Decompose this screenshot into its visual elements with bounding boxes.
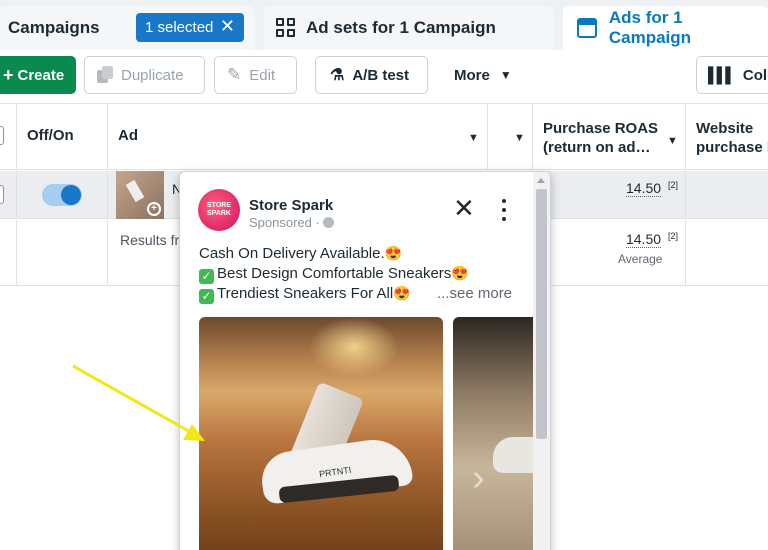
ab-test-button[interactable]: ⚗ A/B test bbox=[315, 56, 428, 94]
sort-caret-icon[interactable]: ▼ bbox=[514, 132, 525, 144]
sponsored-label: Sponsored · bbox=[249, 215, 334, 230]
heart-eyes-emoji-icon: 😍 bbox=[393, 285, 411, 301]
header-roas-line1: Purchase ROAS bbox=[543, 120, 659, 137]
duplicate-label: Duplicate bbox=[121, 66, 184, 84]
scroll-thumb[interactable] bbox=[536, 189, 547, 439]
post-text-line2: ✓ Best Design Comfortable Sneakers😍 bbox=[199, 265, 469, 284]
plus-icon: + bbox=[3, 64, 14, 85]
columns-icon: ▌▌▌ bbox=[708, 66, 736, 84]
page-name[interactable]: Store Spark bbox=[249, 197, 333, 214]
header-ad-label: Ad bbox=[118, 127, 138, 144]
summary-roas-value: 14.50 bbox=[626, 231, 662, 248]
header-roas-line2: (return on ad… bbox=[543, 139, 651, 156]
header-website-purchase[interactable]: Website purchase R bbox=[685, 104, 768, 170]
carousel-card-sneaker-beach[interactable]: PRTNTI bbox=[199, 317, 443, 550]
tab-ads[interactable]: Ads for 1 Campaign bbox=[563, 6, 768, 50]
tab-campaigns-label: Campaigns bbox=[8, 18, 100, 37]
scroll-up-icon[interactable] bbox=[537, 178, 545, 183]
flask-icon: ⚗ bbox=[330, 67, 345, 84]
post-text-line1: Cash On Delivery Available.😍 bbox=[199, 245, 402, 262]
chevron-down-icon: ▼ bbox=[499, 68, 512, 82]
heart-eyes-emoji-icon: 😍 bbox=[451, 265, 469, 281]
close-icon[interactable]: ✕ bbox=[453, 195, 475, 221]
results-text: Results fr bbox=[120, 232, 180, 248]
ads-window-icon bbox=[577, 18, 597, 38]
adsets-grid-icon bbox=[276, 18, 296, 38]
post-line1-text: Cash On Delivery Available. bbox=[199, 245, 385, 262]
zoom-icon[interactable]: + bbox=[147, 202, 161, 216]
toolbar: + Create Duplicate ✎ Edit ⚗ A/B test Mor… bbox=[0, 50, 768, 104]
popup-scrollbar[interactable] bbox=[533, 172, 550, 550]
selected-count-label: 1 selected bbox=[145, 19, 214, 36]
post-line2-text: Best Design Comfortable Sneakers bbox=[217, 265, 452, 282]
columns-label: Colu bbox=[742, 66, 768, 84]
tab-campaigns[interactable]: Campaigns 1 selected ✕ bbox=[0, 6, 255, 50]
ad-on-off-toggle[interactable] bbox=[42, 184, 82, 206]
row-roas-value: 14.50 bbox=[626, 180, 662, 197]
edit-label: Edit bbox=[249, 66, 276, 84]
duplicate-button[interactable]: Duplicate bbox=[84, 56, 205, 94]
tab-adsets-label: Ad sets for 1 Campaign bbox=[306, 18, 496, 37]
check-mark-icon: ✓ bbox=[199, 289, 214, 304]
chevron-right-icon[interactable]: › bbox=[472, 457, 485, 500]
more-button[interactable]: More ▼ bbox=[441, 56, 527, 94]
header-hidden-column[interactable]: ▼ bbox=[487, 104, 533, 170]
tab-bar: Campaigns 1 selected ✕ Ad sets for 1 Cam… bbox=[0, 0, 768, 50]
carousel-card-second[interactable] bbox=[453, 317, 533, 550]
more-options-icon[interactable] bbox=[502, 199, 506, 226]
ab-test-label: A/B test bbox=[352, 66, 410, 84]
edit-button[interactable]: ✎ Edit bbox=[214, 56, 297, 94]
post-text-line3: ✓ Trendiest Sneakers For All😍 bbox=[199, 285, 411, 304]
header-web-line2: purchase R bbox=[696, 139, 768, 156]
header-checkbox-cell bbox=[0, 104, 16, 170]
selected-count-pill[interactable]: 1 selected ✕ bbox=[136, 13, 244, 42]
row-roas-footnote[interactable]: [2] bbox=[668, 180, 678, 190]
avatar-logo-text: STORE SPARK bbox=[207, 202, 231, 217]
columns-button[interactable]: ▌▌▌ Colu bbox=[696, 56, 768, 94]
check-mark-icon: ✓ bbox=[199, 269, 214, 284]
create-label: Create bbox=[17, 66, 65, 84]
summary-roas-average: Average bbox=[618, 252, 663, 266]
clear-selection-icon[interactable]: ✕ bbox=[220, 16, 235, 37]
heart-eyes-emoji-icon: 😍 bbox=[384, 245, 403, 261]
more-label: More bbox=[454, 66, 490, 84]
sponsored-text: Sponsored · bbox=[249, 215, 320, 230]
pencil-icon: ✎ bbox=[227, 65, 242, 84]
post-line3-text: Trendiest Sneakers For All bbox=[217, 285, 394, 302]
sort-caret-icon[interactable]: ▼ bbox=[468, 132, 479, 144]
ad-preview-popup[interactable]: STORE SPARK Store Spark Sponsored · ✕ Ca… bbox=[179, 171, 551, 550]
header-ad[interactable]: Ad ▼ bbox=[107, 104, 488, 170]
tab-ads-label: Ads for 1 Campaign bbox=[608, 8, 692, 47]
row-checkbox[interactable] bbox=[0, 185, 4, 204]
create-button[interactable]: + Create bbox=[0, 56, 76, 94]
see-more-link[interactable]: ...see more bbox=[437, 285, 512, 302]
ad-thumbnail[interactable]: + bbox=[116, 171, 164, 219]
page-avatar[interactable]: STORE SPARK bbox=[198, 189, 240, 231]
table-header: Off/On Ad ▼ ▼ Purchase ROAS (return on a… bbox=[0, 104, 768, 170]
select-all-checkbox[interactable] bbox=[0, 126, 4, 145]
tab-adsets[interactable]: Ad sets for 1 Campaign bbox=[264, 6, 554, 50]
header-purchase-roas[interactable]: Purchase ROAS (return on ad… ▼ bbox=[532, 104, 686, 170]
summary-roas-footnote[interactable]: [2] bbox=[668, 231, 678, 241]
duplicate-icon bbox=[97, 66, 113, 84]
header-web-line1: Website bbox=[696, 120, 754, 137]
globe-icon bbox=[322, 217, 334, 228]
header-offon[interactable]: Off/On bbox=[16, 104, 108, 170]
sort-caret-icon[interactable]: ▼ bbox=[667, 132, 678, 151]
